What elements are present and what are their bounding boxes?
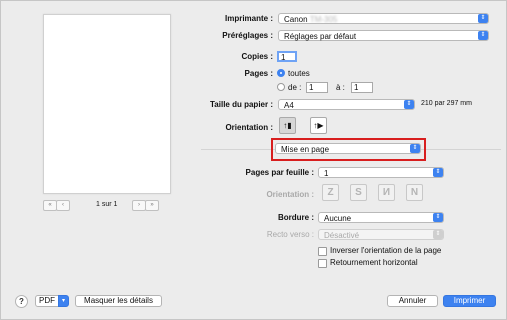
hide-details-button[interactable]: Masquer les détails bbox=[75, 295, 162, 307]
reverse-orientation-label: Inverser l'orientation de la page bbox=[330, 246, 442, 255]
pages-label: Pages : bbox=[244, 69, 273, 78]
portrait-person-icon: ↑▮ bbox=[283, 121, 292, 130]
border-value: Aucune bbox=[324, 214, 352, 223]
pages-from-field[interactable]: 1 bbox=[306, 82, 328, 93]
orientation-label: Orientation : bbox=[225, 123, 273, 132]
print-dialog: « ‹ 1 sur 1 › » Imprimante : Canon TM-30… bbox=[0, 0, 507, 320]
layout-direction-n-reverse-icon[interactable]: И bbox=[378, 184, 395, 201]
pages-range-radio[interactable] bbox=[277, 83, 285, 91]
presets-label: Préréglages : bbox=[222, 31, 273, 40]
page-preview bbox=[43, 14, 171, 194]
layout-direction-n-icon[interactable]: N bbox=[406, 184, 423, 201]
paper-size-label: Taille du papier : bbox=[210, 100, 273, 109]
flip-horizontal-label: Retournement horizontal bbox=[330, 258, 418, 267]
printer-label: Imprimante : bbox=[224, 14, 273, 23]
page-indicator: 1 sur 1 bbox=[96, 201, 118, 208]
pages-per-sheet-label: Pages par feuille : bbox=[245, 168, 314, 177]
next-page-button[interactable]: › bbox=[132, 200, 146, 211]
chevron-down-icon: ▾ bbox=[61, 298, 65, 304]
two-sided-popup[interactable]: Désactivé ⇕ bbox=[318, 229, 444, 240]
pages-from-label: de : bbox=[288, 83, 302, 92]
pages-to-field[interactable]: 1 bbox=[351, 82, 373, 93]
previous-page-button[interactable]: ‹ bbox=[56, 200, 70, 211]
presets-value: Réglages par défaut bbox=[284, 32, 357, 41]
help-button[interactable]: ? bbox=[15, 295, 28, 308]
paper-size-popup[interactable]: A4 ⇕ bbox=[278, 99, 415, 110]
pdf-button[interactable]: PDF bbox=[35, 295, 59, 307]
updown-chevron-icon: ⇕ bbox=[478, 31, 488, 40]
pages-per-sheet-value: 1 bbox=[324, 169, 329, 178]
layout-direction-z-icon[interactable]: Z bbox=[322, 184, 339, 201]
updown-chevron-icon: ⇕ bbox=[433, 230, 443, 239]
updown-chevron-icon: ⇕ bbox=[433, 213, 443, 222]
pdf-menu-button[interactable]: ▾ bbox=[58, 295, 69, 307]
cancel-button[interactable]: Annuler bbox=[387, 295, 438, 307]
flip-horizontal-checkbox[interactable] bbox=[318, 259, 327, 268]
two-sided-label: Recto verso : bbox=[266, 230, 314, 239]
copies-label: Copies : bbox=[241, 52, 273, 61]
copies-field[interactable]: 1 bbox=[277, 51, 297, 62]
border-label: Bordure : bbox=[278, 213, 314, 222]
landscape-orientation-button[interactable]: ↑▶ bbox=[310, 117, 327, 134]
pages-to-label: à : bbox=[336, 83, 345, 92]
layout-direction-label: Orientation : bbox=[266, 190, 314, 199]
paper-size-value: A4 bbox=[284, 101, 294, 110]
print-button[interactable]: Imprimer bbox=[443, 295, 496, 307]
printer-value: Canon bbox=[284, 15, 308, 24]
portrait-orientation-button[interactable]: ↑▮ bbox=[279, 117, 296, 134]
last-page-button[interactable]: » bbox=[145, 200, 159, 211]
presets-popup[interactable]: Réglages par défaut ⇕ bbox=[278, 30, 489, 41]
pages-all-radio[interactable] bbox=[277, 69, 285, 77]
reverse-orientation-checkbox[interactable] bbox=[318, 247, 327, 256]
first-page-button[interactable]: « bbox=[43, 200, 57, 211]
updown-chevron-icon: ⇕ bbox=[478, 14, 488, 23]
section-popup-value: Mise en page bbox=[281, 145, 330, 154]
printer-popup[interactable]: Canon TM-305 ⇕ bbox=[278, 13, 489, 24]
border-popup[interactable]: Aucune ⇕ bbox=[318, 212, 444, 223]
two-sided-value: Désactivé bbox=[324, 231, 360, 240]
layout-direction-s-icon[interactable]: S bbox=[350, 184, 367, 201]
updown-chevron-icon: ⇕ bbox=[410, 144, 420, 153]
landscape-person-icon: ↑▶ bbox=[313, 121, 324, 130]
pages-per-sheet-popup[interactable]: 1 ⇕ bbox=[318, 167, 444, 178]
section-popup[interactable]: Mise en page ⇕ bbox=[275, 143, 421, 154]
pages-all-label: toutes bbox=[288, 69, 310, 78]
paper-dimensions: 210 par 297 mm bbox=[421, 100, 472, 107]
updown-chevron-icon: ⇕ bbox=[433, 168, 443, 177]
updown-chevron-icon: ⇕ bbox=[404, 100, 414, 109]
printer-model-value: TM-305 bbox=[309, 15, 338, 24]
